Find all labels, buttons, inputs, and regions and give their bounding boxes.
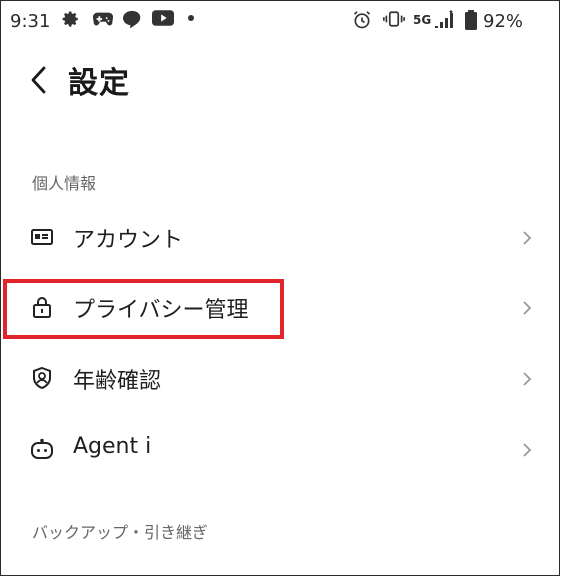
settings-item-label: 年齢確認: [73, 369, 162, 394]
status-time: 9:31: [10, 11, 51, 32]
notification-dot-icon: [187, 14, 195, 22]
lock-icon: [30, 295, 54, 319]
settings-item-label: プライバシー管理: [73, 298, 249, 323]
chevron-right-icon: [521, 440, 533, 460]
settings-item-label: Agent i: [73, 434, 152, 459]
chevron-right-icon: [521, 228, 533, 248]
vibrate-icon: [383, 10, 405, 28]
settings-item-agent-i[interactable]: Agent i: [0, 420, 562, 482]
battery-icon: [465, 10, 477, 30]
signal-strength-icon: [433, 10, 455, 28]
settings-item-account[interactable]: アカウント: [0, 208, 562, 270]
status-bar: 9:31 5G 92%: [0, 0, 562, 44]
back-arrow-icon[interactable]: [28, 65, 50, 95]
alarm-icon: [352, 10, 372, 30]
battery-percentage: 92%: [483, 11, 524, 32]
robot-icon: [30, 437, 54, 461]
section-backup-transfer: バックアップ・引き継ぎ: [32, 523, 209, 542]
page-title: 設定: [68, 66, 130, 101]
chevron-right-icon: [521, 298, 533, 318]
network-type-label: 5G: [413, 13, 432, 27]
id-card-icon: [30, 225, 54, 249]
game-controller-icon: [92, 10, 114, 28]
page-header: 設定: [0, 52, 562, 108]
section-personal-info: 個人情報: [32, 174, 97, 193]
settings-item-privacy[interactable]: プライバシー管理: [0, 278, 562, 340]
settings-gear-icon: [62, 10, 80, 28]
chevron-right-icon: [521, 369, 533, 389]
line-app-icon: [122, 10, 142, 28]
youtube-icon: [152, 10, 174, 26]
settings-item-label: アカウント: [73, 228, 184, 253]
settings-item-age-verification[interactable]: 年齢確認: [0, 349, 562, 411]
shield-icon: [30, 366, 54, 390]
